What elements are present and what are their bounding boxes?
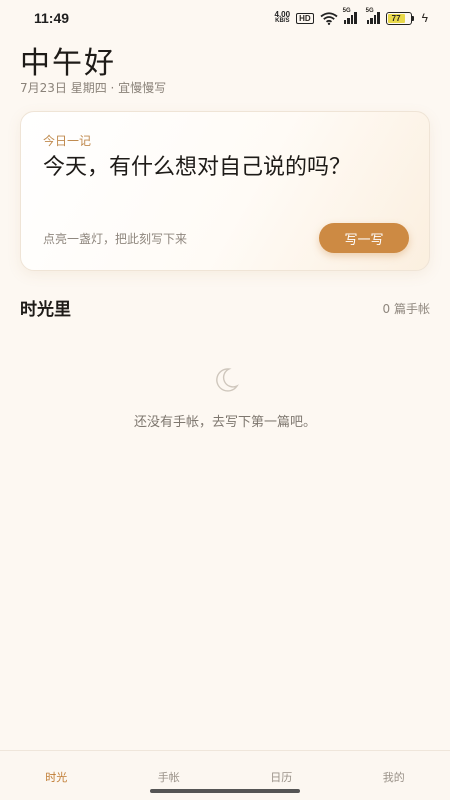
today-card[interactable]: 今日一记 今天，有什么想对自己说的吗？ 点亮一盏灯，把此刻写下来 写一写 bbox=[20, 111, 430, 271]
battery-icon: 77 bbox=[385, 11, 414, 25]
status-bar: 11:49 4.00 KB/S HD 5G 5G 77 ϟ bbox=[0, 0, 450, 36]
signal-icon-sim2: 5G bbox=[366, 8, 380, 24]
home-indicator[interactable] bbox=[150, 789, 300, 793]
tab-mine-label: 我的 bbox=[382, 771, 405, 784]
empty-state-text: 还没有手帐，去写下第一篇吧。 bbox=[133, 415, 316, 430]
section-title: 时光里 bbox=[20, 300, 71, 320]
wifi-icon bbox=[320, 11, 338, 25]
network-speed: 4.00 KB/S bbox=[275, 11, 291, 25]
today-card-prompt: 今天，有什么想对自己说的吗？ bbox=[43, 155, 352, 180]
tab-journal-label: 手帐 bbox=[157, 771, 180, 784]
sim1-network-tag: 5G bbox=[342, 8, 351, 14]
journal-count: 0 篇手帐 bbox=[382, 302, 430, 316]
status-icons: 4.00 KB/S HD 5G 5G 77 ϟ bbox=[275, 8, 429, 25]
signal-icon: 5G bbox=[343, 8, 357, 24]
battery-level: 77 bbox=[391, 13, 401, 23]
hd-badge: HD bbox=[296, 12, 314, 24]
date-line: 7月23日 星期四 · 宜慢慢写 bbox=[20, 81, 167, 95]
network-speed-unit: KB/S bbox=[275, 18, 290, 24]
tab-time[interactable]: 时光 bbox=[0, 751, 113, 800]
today-card-hint: 点亮一盏灯，把此刻写下来 bbox=[43, 232, 188, 246]
charging-icon: ϟ bbox=[421, 11, 428, 25]
moon-icon bbox=[216, 368, 239, 392]
today-card-label: 今日一记 bbox=[43, 134, 92, 148]
write-button[interactable]: 写一写 bbox=[319, 223, 409, 253]
network-speed-value: 4.00 bbox=[274, 10, 291, 19]
tab-mine[interactable]: 我的 bbox=[338, 751, 450, 800]
tab-calendar-label: 日历 bbox=[270, 771, 293, 784]
status-time: 11:49 bbox=[34, 10, 70, 26]
sim2-network-tag: 5G bbox=[365, 8, 374, 14]
tab-time-label: 时光 bbox=[45, 771, 68, 784]
page-title: 中午好 bbox=[20, 46, 116, 81]
